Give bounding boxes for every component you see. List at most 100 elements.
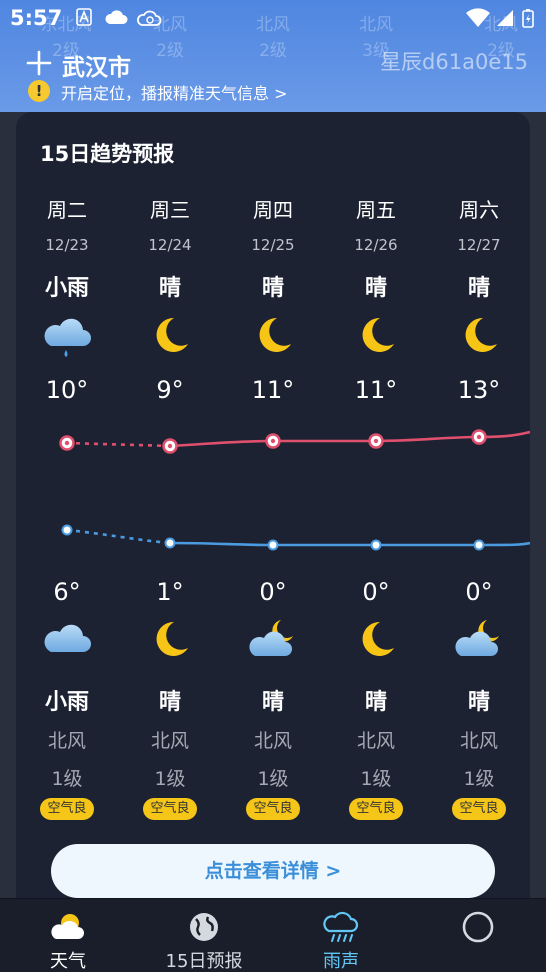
rain-cloud-icon	[17, 312, 117, 362]
day-condition: 小雨	[44, 276, 89, 301]
aqi-badge: 空气良	[223, 798, 323, 822]
nav-label: 15日预报	[165, 951, 243, 972]
high-point-core	[64, 440, 70, 446]
nav-label: 天气	[50, 951, 86, 972]
high-temp: 13°	[457, 376, 501, 404]
high-point-core	[476, 434, 482, 440]
header: 东北风2级 北风2级 北风2级 北风3级 北风2级 5:57	[0, 0, 546, 112]
location-hint-text[interactable]: 开启定位，播报精准天气信息 >	[61, 80, 288, 104]
wind-level: 1级	[463, 768, 495, 790]
status-bar: 5:57	[0, 0, 546, 38]
weekday-label: 周六	[459, 198, 499, 222]
cloud-sync-icon	[137, 10, 162, 26]
cloud-icon	[17, 616, 117, 666]
aqi-badge: 空气良	[326, 798, 426, 822]
night-condition: 晴	[261, 690, 284, 715]
low-temp: 0°	[259, 578, 287, 606]
high-line-dashed	[66, 441, 171, 448]
temperature-trend-chart	[59, 429, 530, 551]
nav-item-weather[interactable]: 天气	[0, 899, 136, 972]
circle-icon	[462, 911, 494, 943]
high-point-core	[167, 443, 173, 449]
high-point-core	[373, 438, 379, 444]
wind-level: 1级	[51, 768, 83, 790]
aqi-label: 空气良	[452, 798, 506, 820]
moon-icon	[120, 616, 220, 666]
low-temp: 1°	[156, 578, 184, 606]
bottom-nav: 天气 15日预报 雨声	[0, 898, 546, 972]
wind-level: 1级	[360, 768, 392, 790]
moon-icon	[223, 312, 323, 362]
date-label: 12/23	[45, 236, 89, 254]
aqi-label: 空气良	[143, 798, 197, 820]
night-condition: 晴	[158, 690, 181, 715]
wind-level: 1级	[257, 768, 289, 790]
weekday-label: 周二	[47, 198, 87, 222]
moon-icon	[326, 616, 426, 666]
wind-direction: 北风	[150, 730, 189, 752]
night-condition: 晴	[364, 690, 387, 715]
high-temp: 11°	[251, 376, 295, 404]
day-condition: 晴	[261, 276, 284, 301]
aqi-badge: 空气良	[120, 798, 220, 822]
low-point	[267, 539, 279, 551]
day-condition: 晴	[467, 276, 490, 301]
battery-icon	[522, 9, 534, 28]
high-temp: 9°	[156, 376, 184, 404]
globe-icon	[190, 913, 218, 941]
wind-direction: 北风	[459, 730, 498, 752]
high-temp: 11°	[354, 376, 398, 404]
status-time: 5:57	[10, 6, 63, 30]
date-label: 12/26	[354, 236, 398, 254]
weekday-label: 周三	[150, 198, 190, 222]
view-details-button[interactable]: 点击查看详情 >	[51, 844, 495, 898]
low-line-dashed	[66, 528, 171, 545]
nav-item-rain-sound[interactable]: 雨声	[273, 899, 409, 972]
aqi-label: 空气良	[246, 798, 300, 820]
signal-icon	[497, 10, 513, 26]
cloud-status-icon	[105, 10, 128, 24]
low-temp: 6°	[53, 578, 81, 606]
aqi-badge: 空气良	[429, 798, 529, 822]
nav-item-more[interactable]	[410, 899, 546, 972]
moon-icon	[120, 312, 220, 362]
low-point	[370, 539, 382, 551]
day-condition: 晴	[364, 276, 387, 301]
add-city-icon[interactable]	[26, 50, 52, 76]
cloudy-moon-icon	[429, 616, 529, 666]
city-name[interactable]: 武汉市	[62, 48, 131, 82]
rain-sound-icon	[323, 911, 359, 942]
aqi-badge: 空气良	[17, 798, 117, 822]
cloudy-moon-icon	[223, 616, 323, 666]
low-point	[473, 539, 485, 551]
moon-icon	[326, 312, 426, 362]
low-temp: 0°	[465, 578, 493, 606]
sun-cloud-icon	[51, 914, 84, 939]
wind-direction: 北风	[356, 730, 395, 752]
forecast-card: 15日趋势预报 周二 12/23 小雨 10° 6° 小雨 北风 1级 空气良 …	[16, 112, 530, 912]
aqi-label: 空气良	[40, 798, 94, 820]
night-condition: 晴	[467, 690, 490, 715]
day-condition: 晴	[158, 276, 181, 301]
weekday-label: 周四	[253, 198, 293, 222]
high-temp: 10°	[45, 376, 89, 404]
low-temp: 0°	[362, 578, 390, 606]
high-point-core	[270, 438, 276, 444]
low-point	[61, 524, 73, 536]
wind-direction: 北风	[47, 730, 86, 752]
night-condition: 小雨	[44, 690, 89, 715]
low-point	[164, 537, 176, 549]
weekday-label: 周五	[356, 198, 396, 222]
card-title: 15日趋势预报	[40, 142, 175, 166]
date-label: 12/27	[457, 236, 501, 254]
wifi-icon	[466, 8, 490, 27]
warning-icon: !	[28, 80, 50, 102]
watermark-text: 星辰d61a0e15	[380, 50, 528, 74]
wind-level: 1级	[154, 768, 186, 790]
wind-direction: 北风	[253, 730, 292, 752]
aqi-label: 空气良	[349, 798, 403, 820]
nav-item-15day[interactable]: 15日预报	[136, 899, 272, 972]
date-label: 12/25	[251, 236, 295, 254]
font-a-icon	[76, 8, 92, 26]
date-label: 12/24	[148, 236, 192, 254]
